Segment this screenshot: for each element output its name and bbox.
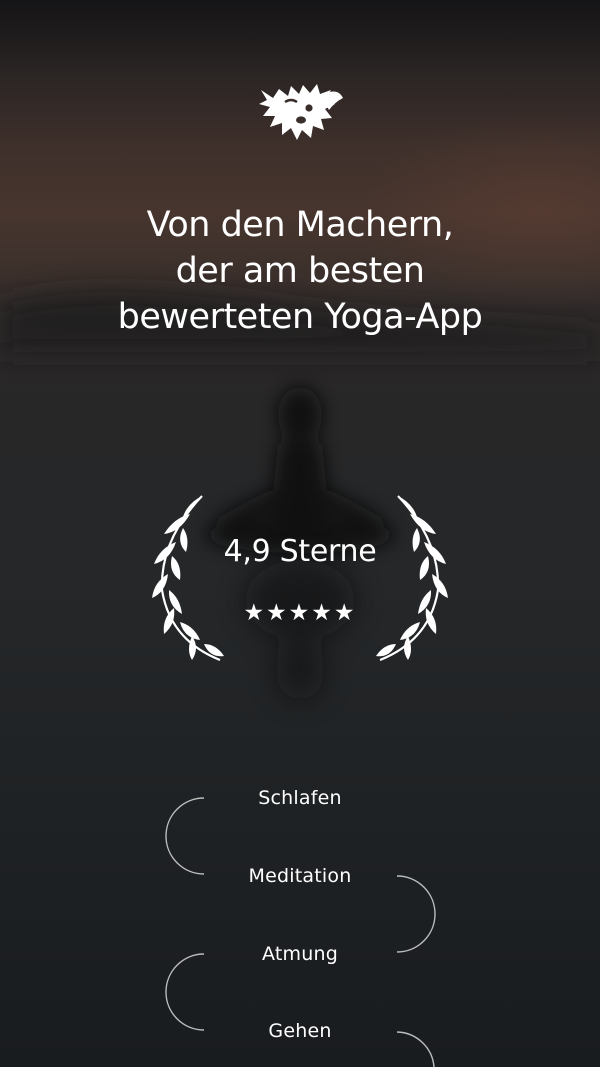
headline-line-3: bewerteten Yoga-App [117,297,483,337]
dog-logo-icon [259,84,343,140]
category-atmung[interactable]: Atmung [0,943,600,965]
laurel-left-branch [152,495,224,662]
laurel-right-branch [376,495,448,662]
category-meditation[interactable]: Meditation [0,865,600,887]
category-schlafen[interactable]: Schlafen [0,787,600,809]
headline-line-1: Von den Machern, [146,205,454,245]
laurel-wreath-icon [152,495,448,662]
rating-text: 4,9 Sterne [223,534,377,569]
headline-line-2: der am besten [175,251,425,291]
category-gehen[interactable]: Gehen [0,1020,600,1042]
headline: Von den Machern, der am besten bewertete… [0,202,600,340]
rating-stars: ★★★★★ [243,600,357,626]
